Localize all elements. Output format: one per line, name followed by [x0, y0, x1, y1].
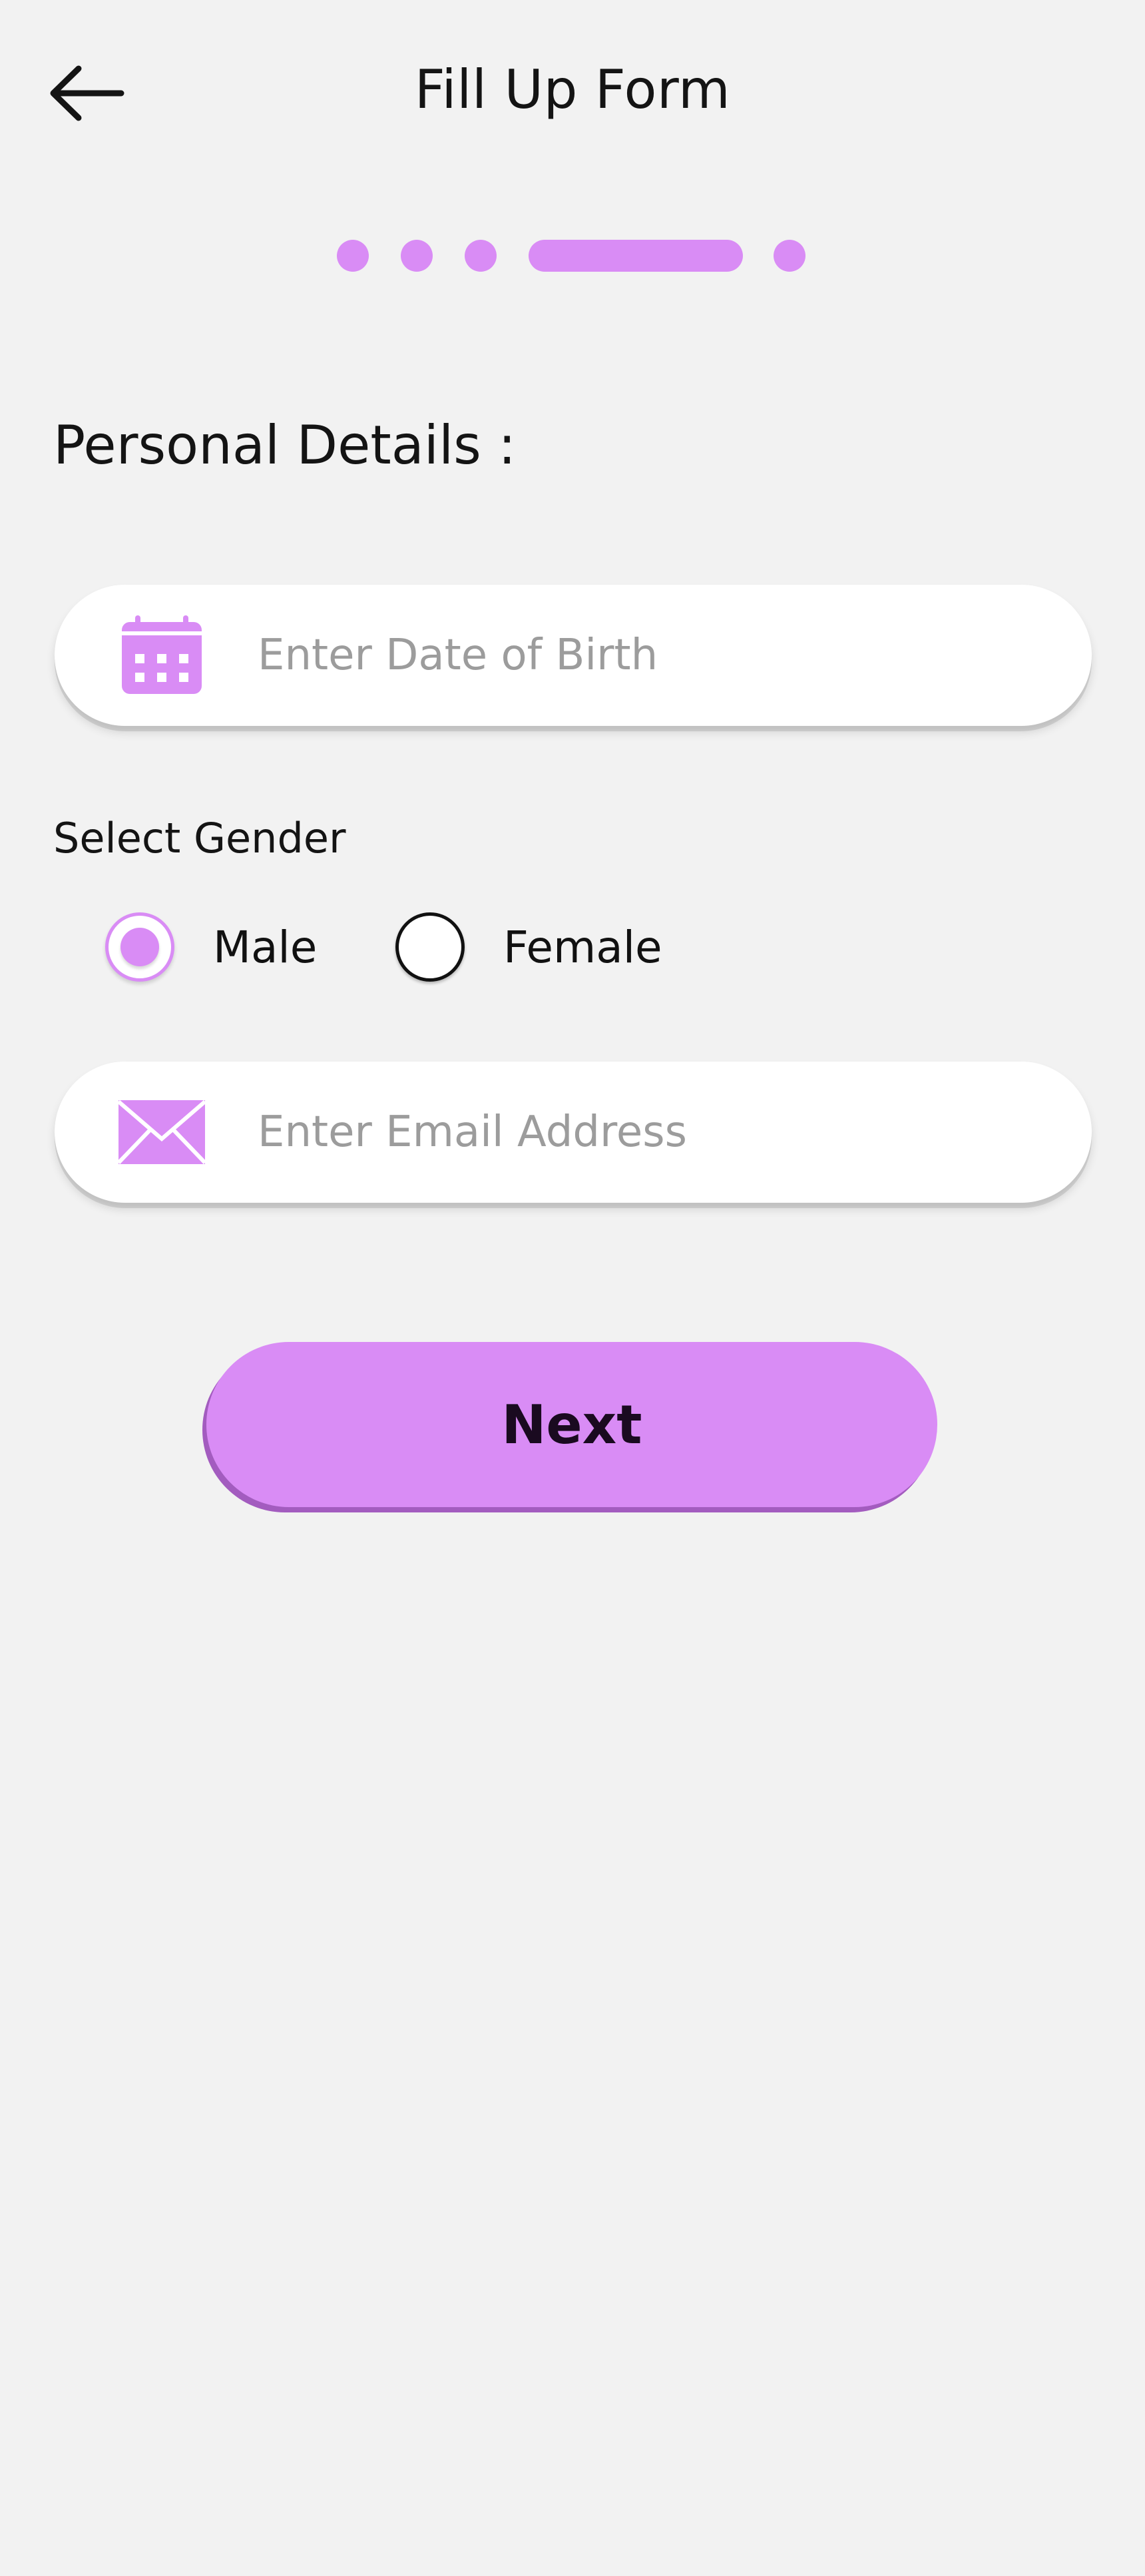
mail-icon — [118, 1089, 205, 1175]
dob-field[interactable] — [258, 615, 1038, 695]
radio-button-male[interactable] — [105, 912, 174, 982]
email-input-container[interactable] — [55, 1062, 1092, 1203]
radio-button-female[interactable] — [395, 912, 465, 982]
section-title: Personal Details : — [53, 414, 517, 476]
next-button[interactable]: Next — [206, 1342, 937, 1507]
calendar-icon — [118, 612, 205, 699]
radio-selected-dot — [120, 928, 159, 966]
gender-option-male[interactable]: Male — [105, 912, 317, 982]
page-title: Fill Up Form — [414, 59, 731, 121]
step-indicator — [401, 240, 433, 272]
email-field[interactable] — [258, 1092, 1038, 1172]
fill-up-form-screen: Fill Up Form Personal Details : Enter Da… — [0, 0, 1145, 2576]
gender-option-female[interactable]: Female — [395, 912, 662, 982]
gender-option-label: Female — [503, 921, 662, 973]
step-indicator-active — [529, 240, 743, 272]
step-indicator — [774, 240, 805, 272]
progress-stepper — [0, 240, 1145, 273]
gender-label: Select Gender — [53, 814, 346, 862]
step-indicator — [337, 240, 369, 272]
dob-input-container[interactable] — [55, 585, 1092, 726]
step-indicator — [465, 240, 497, 272]
gender-option-label: Male — [213, 921, 318, 973]
